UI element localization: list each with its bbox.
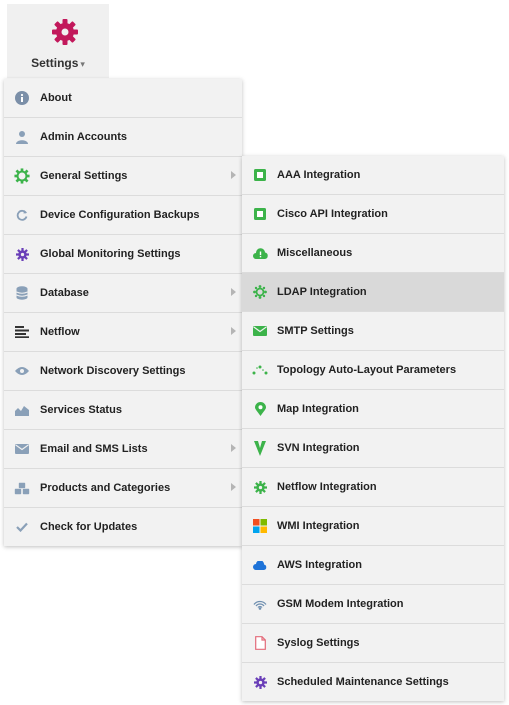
database-icon bbox=[14, 285, 30, 301]
submenu-item-miscellaneous[interactable]: Miscellaneous bbox=[242, 234, 504, 273]
settings-menu: About Admin Accounts General Settings Devic… bbox=[4, 79, 242, 546]
submenu-item-label: Miscellaneous bbox=[277, 247, 353, 259]
gear-icon bbox=[14, 246, 30, 262]
submenu-item-label: LDAP Integration bbox=[277, 286, 367, 298]
settings-tab-label: Settings ▾ bbox=[7, 56, 109, 70]
submenu-item-label: Cisco API Integration bbox=[277, 208, 388, 220]
submenu-item-aaa-integration[interactable]: AAA Integration bbox=[242, 156, 504, 195]
submenu-item-gsm-modem-integration[interactable]: GSM Modem Integration bbox=[242, 585, 504, 624]
envelope-icon bbox=[14, 441, 30, 457]
topology-icon bbox=[252, 362, 268, 378]
area-chart-icon bbox=[14, 402, 30, 418]
gear-icon bbox=[14, 168, 30, 184]
signal-icon bbox=[252, 596, 268, 612]
windows-icon bbox=[252, 518, 268, 534]
submenu-item-topology-auto-layout-parameters[interactable]: Topology Auto-Layout Parameters bbox=[242, 351, 504, 390]
menu-item-label: Services Status bbox=[40, 404, 122, 416]
submenu-item-label: Syslog Settings bbox=[277, 637, 360, 649]
gear-icon bbox=[252, 479, 268, 495]
cloud-alert-icon bbox=[252, 245, 268, 261]
info-icon bbox=[14, 90, 30, 106]
menu-item-label: Products and Categories bbox=[40, 482, 171, 494]
submenu-item-label: WMI Integration bbox=[277, 520, 360, 532]
menu-item-label: Network Discovery Settings bbox=[40, 365, 186, 377]
menu-item-label: Device Configuration Backups bbox=[40, 209, 200, 221]
submenu-item-svn-integration[interactable]: SVN Integration bbox=[242, 429, 504, 468]
submenu-item-label: SMTP Settings bbox=[277, 325, 354, 337]
submenu-item-aws-integration[interactable]: AWS Integration bbox=[242, 546, 504, 585]
menu-item-products-and-categories[interactable]: Products and Categories bbox=[4, 469, 242, 508]
menu-item-database[interactable]: Database bbox=[4, 274, 242, 313]
chevron-right-icon bbox=[231, 483, 236, 491]
settings-tab[interactable]: Settings ▾ bbox=[7, 4, 109, 78]
envelope-icon bbox=[252, 323, 268, 339]
submenu-item-netflow-integration[interactable]: Netflow Integration bbox=[242, 468, 504, 507]
aaa-icon bbox=[252, 167, 268, 183]
map-pin-icon bbox=[252, 401, 268, 417]
menu-item-global-monitoring-settings[interactable]: Global Monitoring Settings bbox=[4, 235, 242, 274]
file-icon bbox=[252, 635, 268, 651]
menu-item-admin-accounts[interactable]: Admin Accounts bbox=[4, 118, 242, 157]
general-settings-submenu: AAA Integration Cisco API Integration Misc… bbox=[242, 156, 504, 701]
menu-item-general-settings[interactable]: General Settings bbox=[4, 157, 242, 196]
submenu-item-ldap-integration[interactable]: LDAP Integration bbox=[242, 273, 504, 312]
menu-item-label: Global Monitoring Settings bbox=[40, 248, 181, 260]
submenu-item-syslog-settings[interactable]: Syslog Settings bbox=[242, 624, 504, 663]
refresh-icon bbox=[14, 207, 30, 223]
svn-icon bbox=[252, 440, 268, 456]
menu-item-label: Email and SMS Lists bbox=[40, 443, 148, 455]
submenu-item-label: Scheduled Maintenance Settings bbox=[277, 676, 449, 688]
menu-item-check-for-updates[interactable]: Check for Updates bbox=[4, 508, 242, 546]
submenu-item-wmi-integration[interactable]: WMI Integration bbox=[242, 507, 504, 546]
chevron-right-icon bbox=[231, 444, 236, 452]
chevron-right-icon bbox=[231, 171, 236, 179]
cubes-icon bbox=[14, 480, 30, 496]
menu-item-device-configuration-backups[interactable]: Device Configuration Backups bbox=[4, 196, 242, 235]
menu-item-label: General Settings bbox=[40, 170, 128, 182]
gear-icon bbox=[51, 18, 79, 46]
submenu-item-map-integration[interactable]: Map Integration bbox=[242, 390, 504, 429]
menu-item-email-and-sms-lists[interactable]: Email and SMS Lists bbox=[4, 430, 242, 469]
chevron-right-icon bbox=[231, 327, 236, 335]
submenu-item-smtp-settings[interactable]: SMTP Settings bbox=[242, 312, 504, 351]
submenu-item-label: Netflow Integration bbox=[277, 481, 377, 493]
menu-item-label: Database bbox=[40, 287, 89, 299]
menu-item-about[interactable]: About bbox=[4, 79, 242, 118]
check-icon bbox=[14, 519, 30, 535]
menu-item-label: Netflow bbox=[40, 326, 80, 338]
ldap-icon bbox=[252, 284, 268, 300]
menu-item-label: Check for Updates bbox=[40, 521, 138, 533]
cloud-icon bbox=[252, 557, 268, 573]
settings-label-text: Settings bbox=[31, 56, 79, 70]
submenu-item-label: GSM Modem Integration bbox=[277, 598, 404, 610]
submenu-item-label: Map Integration bbox=[277, 403, 359, 415]
submenu-item-scheduled-maintenance-settings[interactable]: Scheduled Maintenance Settings bbox=[242, 663, 504, 701]
cisco-api-icon bbox=[252, 206, 268, 222]
user-icon bbox=[14, 129, 30, 145]
menu-item-label: Admin Accounts bbox=[40, 131, 127, 143]
submenu-item-label: Topology Auto-Layout Parameters bbox=[277, 364, 457, 376]
gear-icon bbox=[252, 674, 268, 690]
menu-item-services-status[interactable]: Services Status bbox=[4, 391, 242, 430]
chevron-down-icon: ▾ bbox=[80, 59, 85, 69]
submenu-item-cisco-api-integration[interactable]: Cisco API Integration bbox=[242, 195, 504, 234]
menu-item-netflow[interactable]: Netflow bbox=[4, 313, 242, 352]
submenu-item-label: SVN Integration bbox=[277, 442, 360, 454]
eye-icon bbox=[14, 363, 30, 379]
menu-item-network-discovery-settings[interactable]: Network Discovery Settings bbox=[4, 352, 242, 391]
chevron-right-icon bbox=[231, 288, 236, 296]
list-icon bbox=[14, 324, 30, 340]
menu-item-label: About bbox=[40, 92, 72, 104]
submenu-item-label: AWS Integration bbox=[277, 559, 362, 571]
submenu-item-label: AAA Integration bbox=[277, 169, 361, 181]
